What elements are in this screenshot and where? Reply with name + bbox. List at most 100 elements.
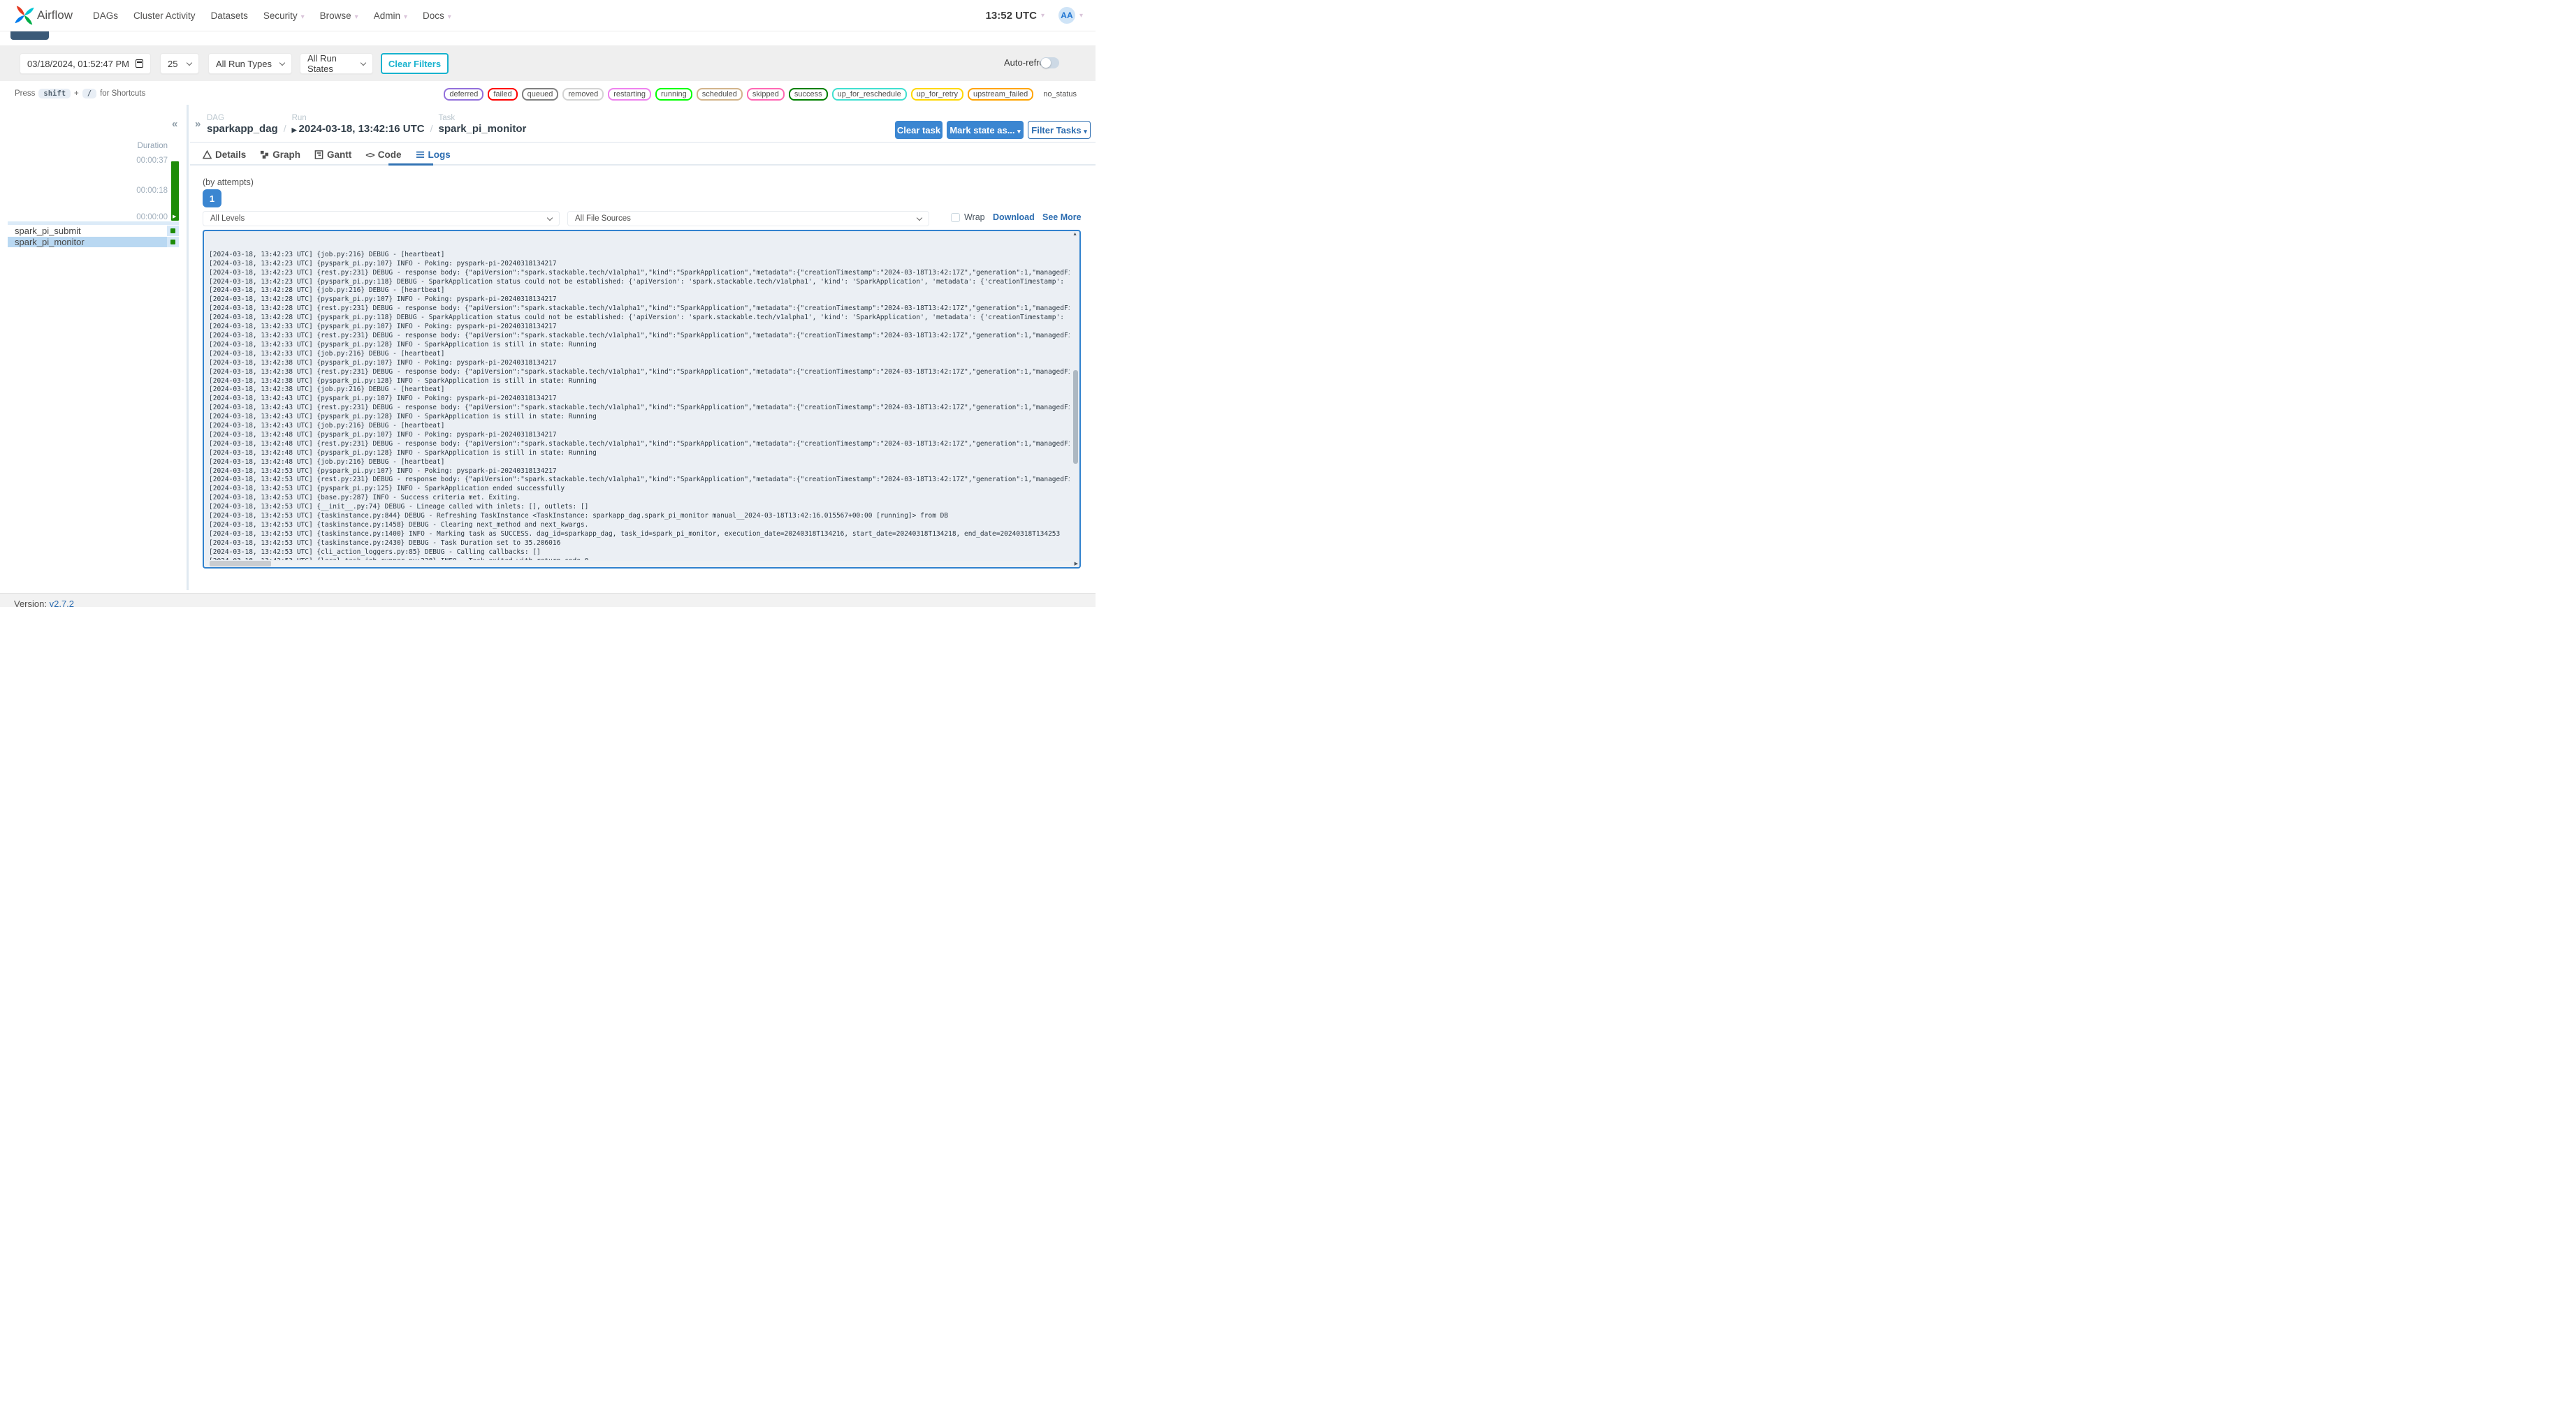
nav-item[interactable]: Datasets (211, 10, 248, 21)
log-line: [2024-03-18, 13:42:28 UTC] {job.py:216} … (209, 286, 445, 295)
nav-item[interactable]: Admin (374, 10, 407, 21)
tab-logs[interactable]: Logs (416, 149, 451, 160)
dag-value[interactable]: sparkapp_dag (207, 123, 278, 135)
log-line: [2024-03-18, 13:42:53 UTC] {base.py:287}… (209, 494, 521, 502)
run-types-select[interactable]: All Run Types (208, 53, 292, 74)
task-status-cell[interactable] (167, 237, 179, 247)
breadcrumb-run[interactable]: Run ▶ 2024-03-18, 13:42:16 UTC (292, 114, 425, 135)
run-types-value: All Run Types (216, 58, 272, 69)
filter-tasks-button[interactable]: Filter Tasks ▾ (1028, 121, 1091, 139)
log-line: [2024-03-18, 13:42:43 UTC] {job.py:216} … (209, 422, 445, 430)
task-status-cell[interactable] (167, 226, 179, 236)
clear-filters-button[interactable]: Clear Filters (381, 53, 449, 74)
run-states-select[interactable]: All Run States (300, 53, 373, 74)
scrolled-button-remnant[interactable] (10, 31, 49, 40)
tab-label: Graph (272, 149, 301, 160)
status-badge[interactable]: skipped (746, 88, 785, 101)
horizontal-scrollbar-track[interactable] (205, 561, 1071, 566)
status-badge[interactable]: failed (488, 88, 518, 101)
num-runs-select[interactable]: 25 (160, 53, 199, 74)
log-line: [2024-03-18, 13:42:53 UTC] {__init__.py:… (209, 503, 589, 511)
task-row[interactable]: spark_pi_submit (8, 226, 179, 236)
status-badge[interactable]: running (655, 88, 692, 101)
log-line: [2024-03-18, 13:42:38 UTC] {rest.py:231}… (209, 367, 1070, 376)
horizontal-scrollbar-thumb[interactable] (210, 561, 271, 566)
log-line: [2024-03-18, 13:42:53 UTC] {local_task_j… (209, 557, 1070, 560)
panel-divider[interactable] (187, 105, 189, 590)
clear-task-button[interactable]: Clear task (895, 121, 943, 139)
run-filter-bar: 03/18/2024, 01:52:47 PM 25 All Run Types… (0, 45, 1096, 81)
task-row[interactable]: spark_pi_monitor (8, 237, 179, 247)
log-line: [2024-03-18, 13:42:48 UTC] {job.py:216} … (209, 457, 445, 466)
task-value[interactable]: spark_pi_monitor (439, 123, 527, 135)
collapse-sidebar-icon[interactable]: « (172, 118, 177, 130)
clock-caret-icon: ▾ (1040, 11, 1045, 20)
tab-gantt[interactable]: Gantt (314, 149, 351, 160)
breadcrumb-dag[interactable]: DAG sparkapp_dag (207, 114, 278, 135)
utc-clock[interactable]: 13:52 UTC (986, 10, 1037, 22)
version-link[interactable]: v2.7.2 (50, 599, 74, 609)
base-date-input[interactable]: 03/18/2024, 01:52:47 PM (20, 53, 151, 74)
log-level-select[interactable]: All Levels (203, 211, 560, 226)
auto-refresh-toggle[interactable] (1040, 57, 1059, 68)
expand-panel-icon[interactable]: » (195, 118, 201, 130)
avatar-caret-icon: ▾ (1079, 11, 1083, 20)
log-line: [2024-03-18, 13:42:33 UTC] {job.py:216} … (209, 349, 445, 358)
log-line: [2024-03-18, 13:42:23 UTC] {pyspark_pi.p… (209, 277, 1070, 286)
nav-item[interactable]: Browse (320, 10, 358, 21)
status-badge[interactable]: upstream_failed (968, 88, 1034, 101)
tab-graph[interactable]: Graph (260, 149, 300, 160)
breadcrumb: DAG sparkapp_dag / Run ▶ 2024-03-18, 13:4… (207, 114, 526, 135)
log-line: [2024-03-18, 13:42:43 UTC] {pyspark_pi.p… (209, 395, 557, 403)
log-line: [2024-03-18, 13:42:43 UTC] {pyspark_pi.p… (209, 413, 597, 421)
status-badge[interactable]: queued (521, 88, 559, 101)
log-line: [2024-03-18, 13:42:23 UTC] {job.py:216} … (209, 250, 445, 258)
log-line: [2024-03-18, 13:42:28 UTC] {rest.py:231}… (209, 305, 1070, 313)
axis-tick: 00:00:37 (136, 156, 168, 165)
status-badge[interactable]: deferred (444, 88, 484, 101)
status-badge[interactable]: scheduled (696, 88, 743, 101)
task-name: spark_pi_monitor (15, 237, 85, 247)
see-more-link[interactable]: See More (1042, 212, 1082, 222)
status-badge[interactable]: removed (562, 88, 604, 101)
calendar-icon[interactable] (136, 59, 143, 68)
dag-label: DAG (207, 114, 224, 122)
run-duration-bar[interactable]: ▶ (171, 161, 179, 221)
airflow-logo[interactable]: Airflow (14, 5, 73, 26)
user-avatar[interactable]: AA (1058, 7, 1075, 24)
nav-item[interactable]: Docs (423, 10, 451, 21)
run-value-wrap[interactable]: ▶ 2024-03-18, 13:42:16 UTC (292, 123, 425, 135)
task-label: Task (438, 114, 456, 122)
scroll-up-icon[interactable]: ▲ (1072, 232, 1077, 237)
scroll-right-icon[interactable]: ▶ (1075, 561, 1078, 566)
code-brackets-icon: <> (365, 149, 374, 160)
breadcrumb-task[interactable]: Task spark_pi_monitor (439, 114, 527, 135)
attempt-1-button[interactable]: 1 (203, 189, 221, 207)
status-badge[interactable]: up_for_retry (910, 88, 964, 101)
status-badge[interactable]: success (788, 88, 828, 101)
nav-item[interactable]: Cluster Activity (133, 10, 196, 21)
status-badge[interactable]: restarting (608, 88, 652, 101)
file-source-select[interactable]: All File Sources (567, 211, 929, 226)
log-level-value: All Levels (210, 214, 245, 223)
nav-item[interactable]: DAGs (93, 10, 118, 21)
status-badge[interactable]: no_status (1038, 88, 1082, 101)
log-line: [2024-03-18, 13:42:23 UTC] {pyspark_pi.p… (209, 259, 557, 267)
log-output-panel[interactable]: [2024-03-18, 13:42:23 UTC] {job.py:216} … (203, 230, 1081, 569)
vertical-scrollbar-thumb[interactable] (1073, 370, 1078, 464)
mark-state-label: Mark state as... (949, 124, 1015, 135)
nav-item[interactable]: Security (263, 10, 305, 21)
wrap-checkbox[interactable] (951, 213, 960, 222)
status-badge[interactable]: up_for_reschedule (831, 88, 907, 101)
airflow-pinwheel-icon (15, 6, 34, 25)
tab-details[interactable]: Details (203, 149, 246, 160)
gantt-icon (314, 150, 323, 159)
tab-code[interactable]: <> Code (365, 149, 401, 160)
log-line: [2024-03-18, 13:42:48 UTC] {rest.py:231}… (209, 439, 1070, 448)
details-triangle-icon (203, 150, 212, 159)
mark-state-button[interactable]: Mark state as... ▾ (947, 121, 1024, 139)
axis-baseline-strip (8, 221, 179, 225)
chevron-down-icon (186, 59, 193, 66)
download-link[interactable]: Download (993, 212, 1035, 222)
chevron-down-icon (360, 59, 367, 66)
